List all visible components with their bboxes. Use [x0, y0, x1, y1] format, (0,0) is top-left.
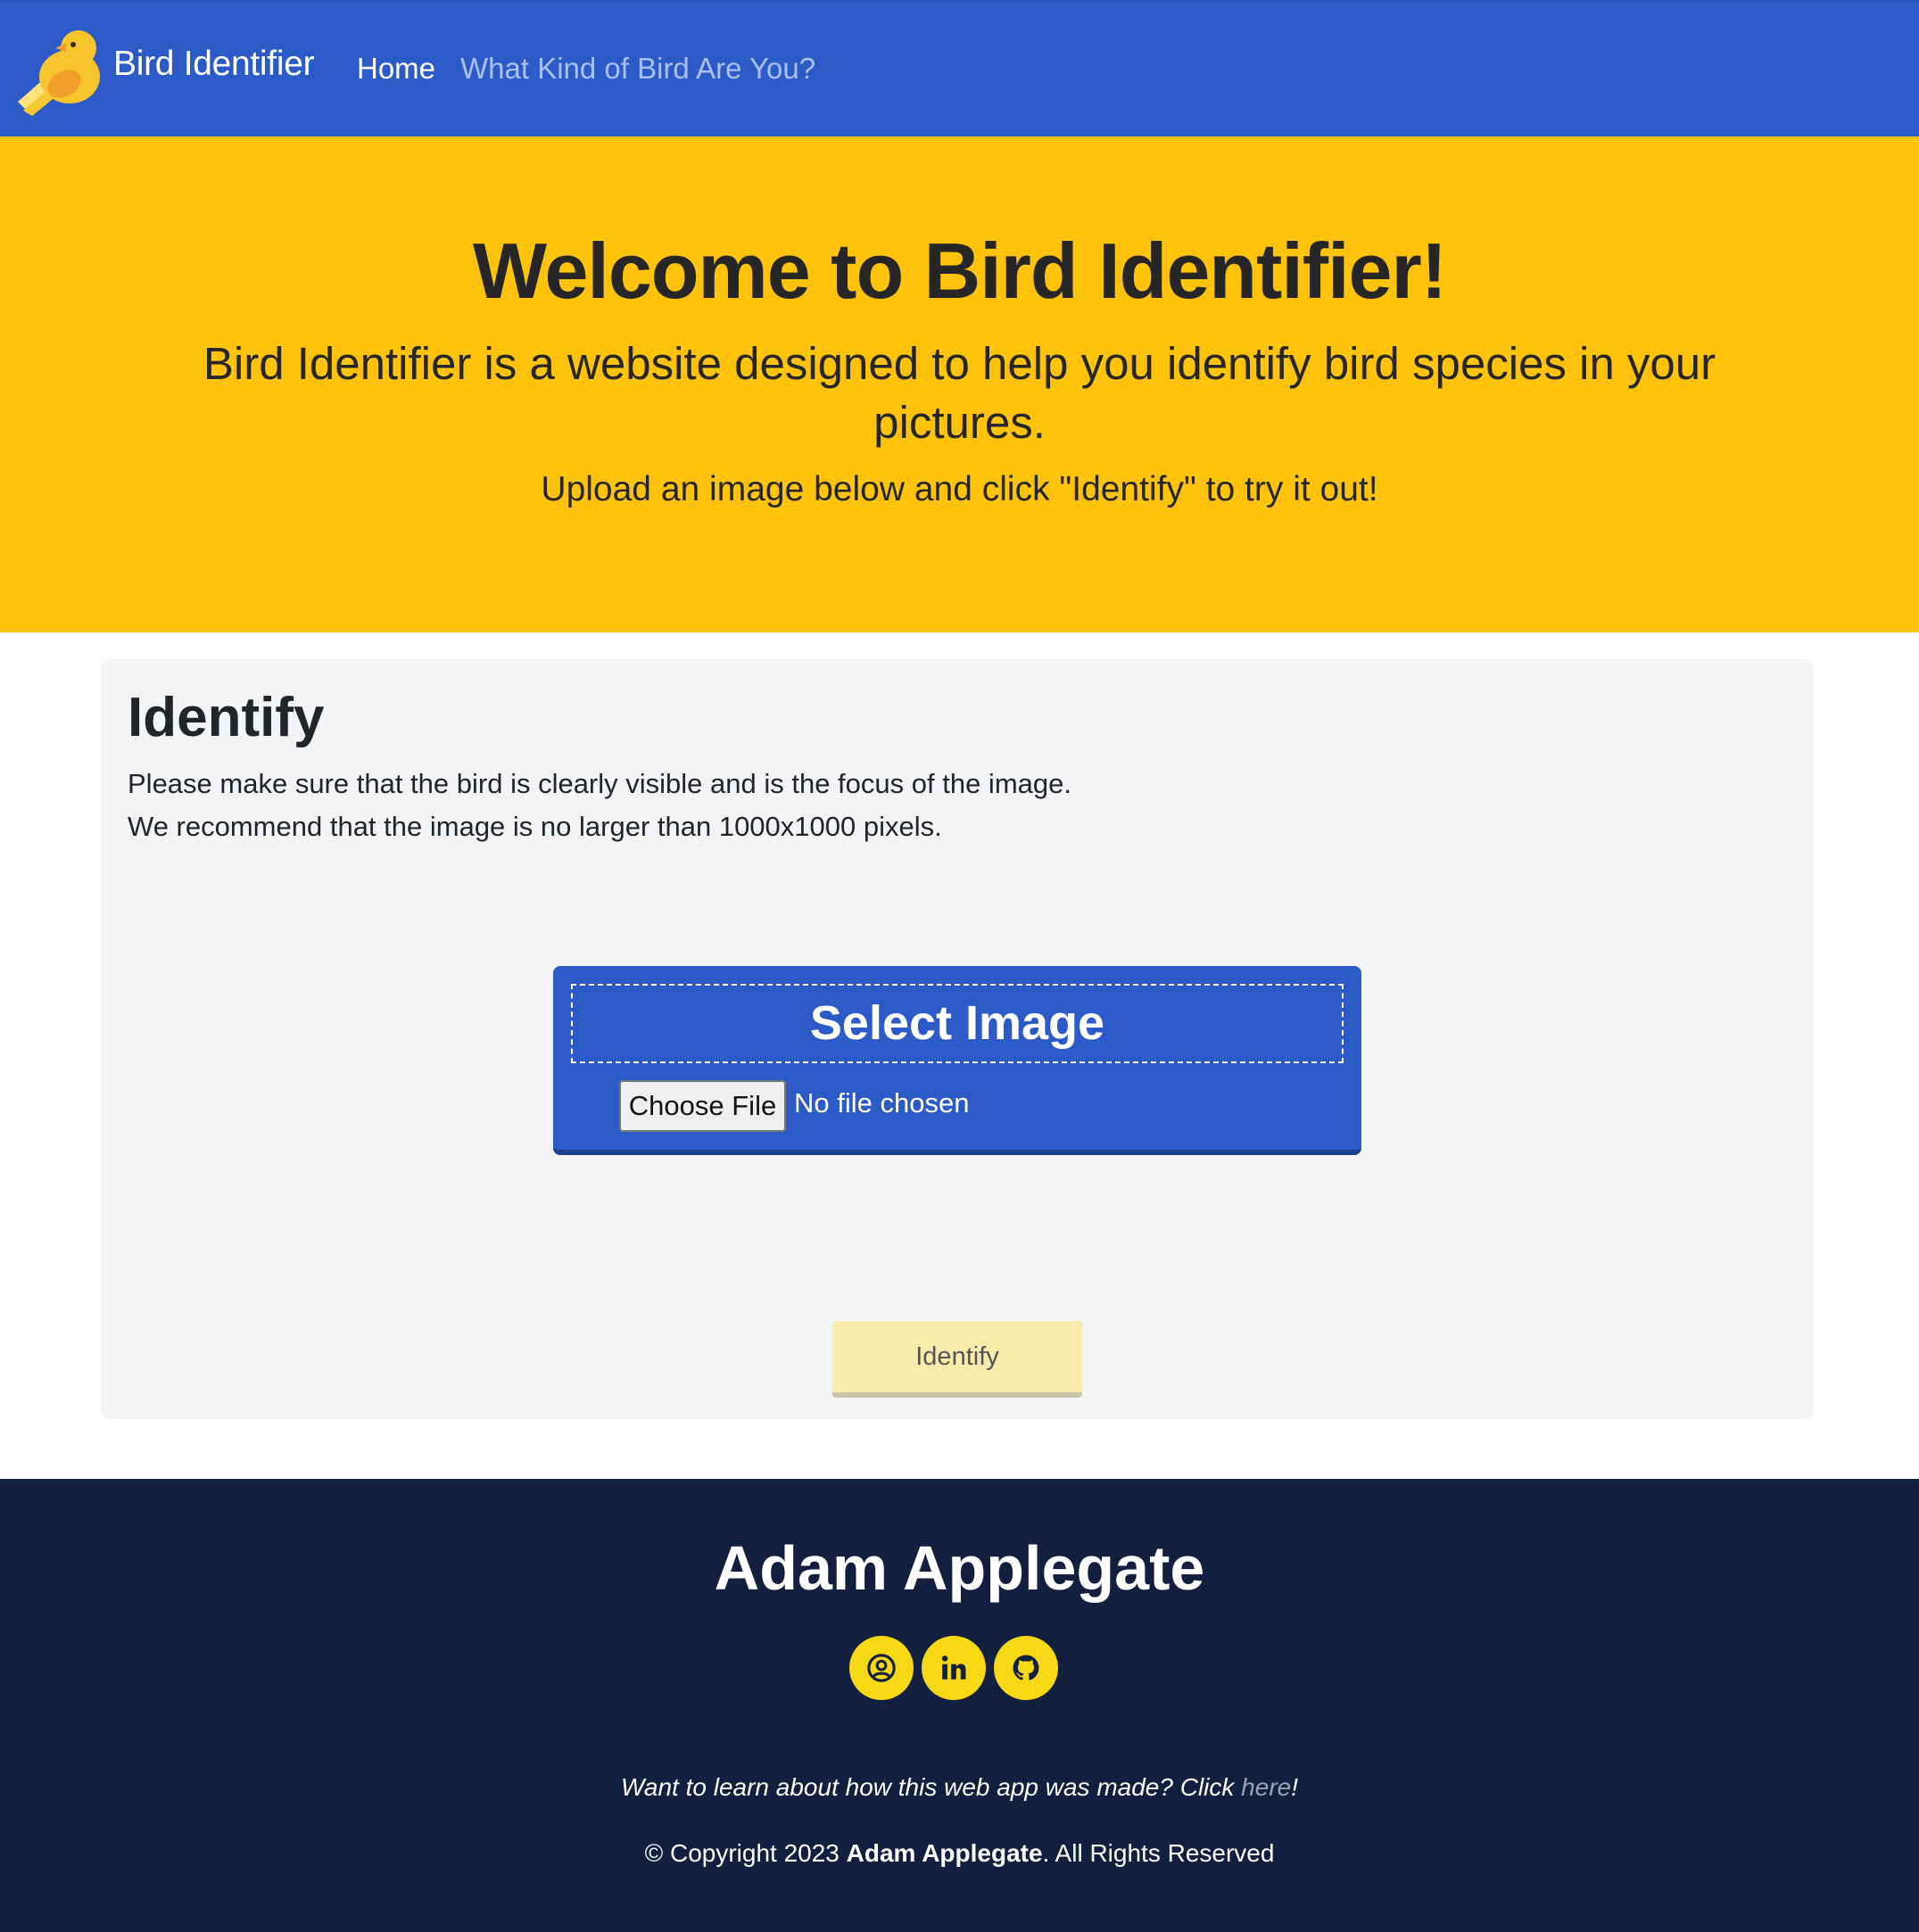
- identify-button[interactable]: Identify: [832, 1321, 1082, 1398]
- hero-title: Welcome to Bird Identifier!: [472, 227, 1447, 315]
- hero-subtitle: Bird Identifier is a website designed to…: [203, 338, 1716, 448]
- profile-link[interactable]: [849, 1636, 914, 1700]
- social-links: [849, 1636, 1058, 1700]
- bird-logo-icon[interactable]: [16, 21, 105, 118]
- profile-icon: [867, 1654, 896, 1682]
- footer-author-name: Adam Applegate: [714, 1533, 1205, 1603]
- identify-card: Identify Please make sure that the bird …: [101, 659, 1814, 1419]
- hero-instructions: Upload an image below and click "Identif…: [541, 470, 1378, 508]
- identify-title: Identify: [128, 687, 325, 748]
- linkedin-icon: [941, 1655, 966, 1680]
- image-upload-box[interactable]: Select Image Choose File No file chosen: [553, 966, 1361, 1155]
- github-icon: [1013, 1655, 1039, 1680]
- copyright-author: Adam Applegate: [846, 1839, 1043, 1867]
- learn-more-link[interactable]: here: [1241, 1773, 1291, 1801]
- footer-copyright: © Copyright 2023 Adam Applegate. All Rig…: [644, 1839, 1275, 1867]
- file-chosen-status: No file chosen: [794, 1087, 970, 1119]
- nav-link-what-kind-of-bird[interactable]: What Kind of Bird Are You?: [460, 52, 815, 86]
- github-link[interactable]: [994, 1636, 1058, 1700]
- linkedin-link[interactable]: [922, 1636, 986, 1700]
- footer: Adam Applegate Want to learn about how t…: [0, 1479, 1919, 1932]
- nav-link-home[interactable]: Home: [357, 52, 435, 86]
- navbar: Bird Identifier Home What Kind of Bird A…: [0, 0, 1919, 136]
- identify-note-size: We recommend that the image is no larger…: [128, 811, 942, 842]
- footer-learn-more: Want to learn about how this web app was…: [620, 1773, 1298, 1801]
- identify-note-visibility: Please make sure that the bird is clearl…: [128, 768, 1071, 799]
- hero-banner: Welcome to Bird Identifier! Bird Identif…: [0, 136, 1919, 632]
- select-image-label[interactable]: Select Image: [571, 984, 1344, 1063]
- brand-name[interactable]: Bird Identifier: [113, 45, 315, 84]
- choose-file-button[interactable]: Choose File: [619, 1080, 786, 1132]
